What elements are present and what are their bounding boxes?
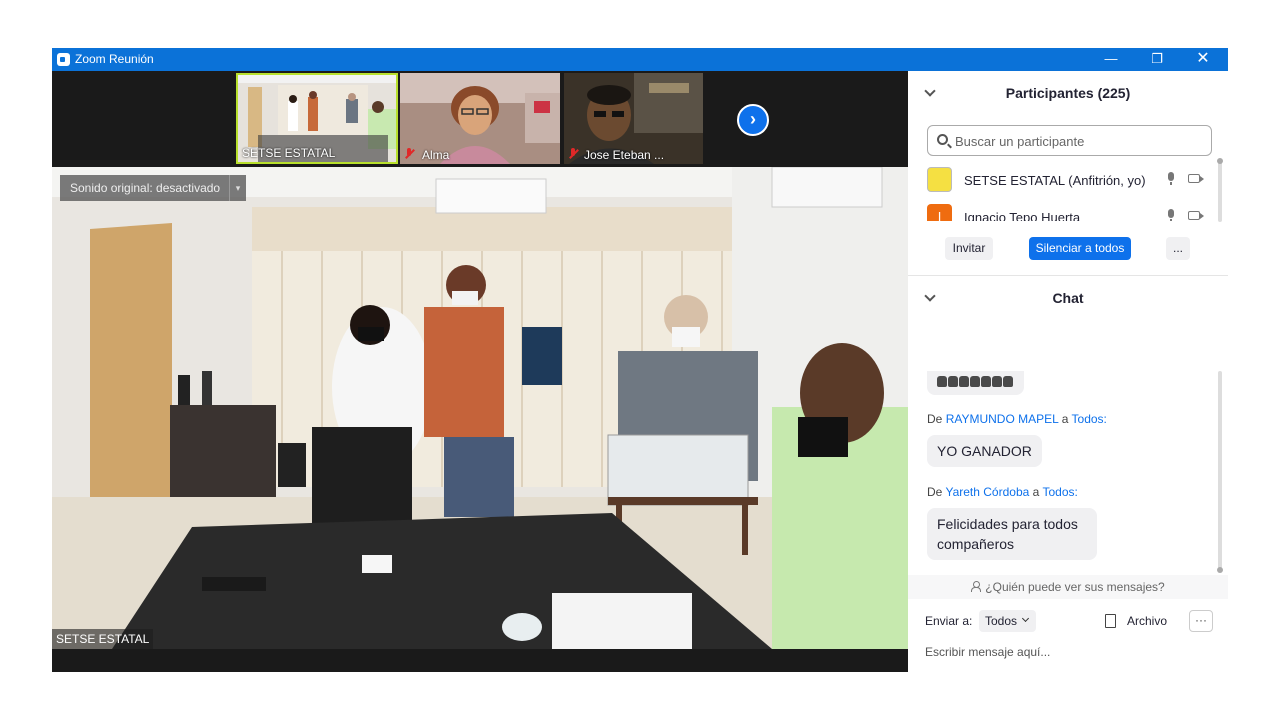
participant-row[interactable]: SETSE ESTATAL (Anfitrión, yo) — [908, 163, 1218, 199]
to-word: a — [1061, 412, 1069, 426]
thumbs-up-icon — [937, 376, 947, 387]
participant-row[interactable]: I Ignacio Tepo Huerta — [908, 200, 1218, 221]
thumbnail-label: SETSE ESTATAL — [242, 146, 336, 160]
thumbs-up-icon — [992, 376, 1002, 387]
participant-name: Ignacio Tepo Huerta — [964, 210, 1081, 221]
avatar: I — [927, 204, 952, 221]
meeting-room-scene — [52, 167, 908, 649]
participant-search[interactable] — [927, 125, 1212, 156]
window-title: Zoom Reunión — [75, 52, 154, 66]
recipient-name: Todos: — [1071, 412, 1107, 426]
title-bar: Zoom Reunión — ❐ ✕ — [52, 48, 1228, 71]
thumbs-up-icon — [948, 376, 958, 387]
sender-name[interactable]: RAYMUNDO MAPEL — [946, 412, 1059, 426]
video-camera-icon[interactable] — [1188, 211, 1204, 220]
who-can-see-text: ¿Quién puede ver sus mensajes? — [985, 580, 1165, 594]
microphone-icon[interactable] — [1167, 172, 1175, 185]
participants-scrollbar[interactable] — [1217, 158, 1223, 222]
recipient-name: Todos: — [1042, 485, 1078, 499]
video-camera-icon[interactable] — [1188, 174, 1204, 183]
who-can-see-messages[interactable]: ¿Quién puede ver sus mensajes? — [908, 575, 1228, 599]
original-sound-toggle[interactable]: Sonido original: desactivado — [60, 175, 231, 201]
collapse-chevron-icon[interactable] — [924, 85, 936, 97]
muted-mic-icon — [404, 148, 414, 160]
collapse-chevron-icon[interactable] — [924, 290, 936, 302]
chat-messages: De RAYMUNDO MAPEL a Todos: YO GANADOR De… — [908, 371, 1218, 575]
send-to-dropdown[interactable]: Todos — [979, 610, 1036, 632]
divider — [908, 275, 1228, 276]
participant-list: SETSE ESTATAL (Anfitrión, yo) I Ignacio … — [908, 163, 1218, 221]
message-sender-line: De RAYMUNDO MAPEL a Todos: — [927, 412, 1107, 426]
chat-bubble-emoji — [927, 371, 1024, 395]
chat-message-input[interactable] — [925, 642, 1215, 662]
chat-bubble: Felicidades para todos compañeros — [927, 508, 1097, 560]
thumbnail-label: Alma — [422, 148, 450, 162]
thumbs-up-icon — [981, 376, 991, 387]
avatar — [927, 167, 952, 192]
thumbs-up-icon — [959, 376, 969, 387]
minimize-button[interactable]: — — [1088, 48, 1134, 71]
person-icon — [971, 581, 982, 592]
message-sender-line: De Yareth Córdoba a Todos: — [927, 485, 1078, 499]
file-button[interactable]: Archivo — [1127, 614, 1167, 628]
chat-header: Chat — [908, 278, 1228, 318]
participants-title: Participantes (225) — [1005, 85, 1131, 101]
sender-name[interactable]: Yareth Córdoba — [945, 485, 1029, 499]
send-to-value: Todos — [985, 614, 1018, 628]
main-video[interactable]: Sonido original: desactivado ▾ SETSE EST… — [52, 167, 908, 649]
thumbnail-label: Jose Eteban ... — [584, 148, 665, 162]
thumbnail-video[interactable]: SETSE ESTATAL — [236, 73, 398, 164]
thumbnail-strip: SETSE ESTATAL Alma Jose Eteban ... › — [52, 71, 908, 167]
zoom-window: Zoom Reunión — ❐ ✕ SETSE ESTATAL Alma Jo… — [52, 48, 1228, 672]
sound-dropdown-icon[interactable]: ▾ — [229, 175, 246, 201]
speaker-name-label: SETSE ESTATAL — [52, 629, 154, 649]
participants-more-button[interactable]: ... — [1166, 237, 1190, 260]
participants-header: Participantes (225) — [908, 73, 1228, 113]
invite-button[interactable]: Invitar — [945, 237, 993, 260]
search-icon — [937, 134, 948, 145]
thumbs-up-icon — [970, 376, 980, 387]
from-prefix: De — [927, 412, 943, 426]
to-word: a — [1032, 485, 1040, 499]
thumbs-up-icon — [1003, 376, 1013, 387]
search-input[interactable] — [955, 131, 1205, 151]
zoom-logo-icon — [57, 53, 70, 66]
microphone-icon[interactable] — [1167, 209, 1175, 221]
chevron-down-icon — [1021, 614, 1030, 623]
chat-bubble: YO GANADOR — [927, 435, 1042, 467]
participant-name: SETSE ESTATAL (Anfitrión, yo) — [964, 173, 1146, 188]
thumbnail-video[interactable]: Alma — [400, 73, 560, 164]
close-button[interactable]: ✕ — [1180, 48, 1226, 71]
next-page-button[interactable]: › — [737, 104, 769, 136]
chat-title: Chat — [1052, 290, 1084, 306]
maximize-button[interactable]: ❐ — [1134, 48, 1180, 71]
from-prefix: De — [927, 485, 943, 499]
file-icon[interactable] — [1105, 614, 1116, 628]
side-panel: Participantes (225) SETSE ESTATAL (Anfit… — [908, 71, 1228, 672]
thumbnail-video[interactable]: Jose Eteban ... — [564, 73, 703, 164]
muted-mic-icon — [568, 148, 578, 160]
chat-scrollbar[interactable] — [1217, 371, 1223, 573]
send-to-label: Enviar a: — [925, 614, 973, 628]
mute-all-button[interactable]: Silenciar a todos — [1029, 237, 1131, 260]
chat-more-button[interactable]: ··· — [1189, 610, 1213, 632]
video-area: SETSE ESTATAL Alma Jose Eteban ... › Son… — [52, 71, 908, 672]
